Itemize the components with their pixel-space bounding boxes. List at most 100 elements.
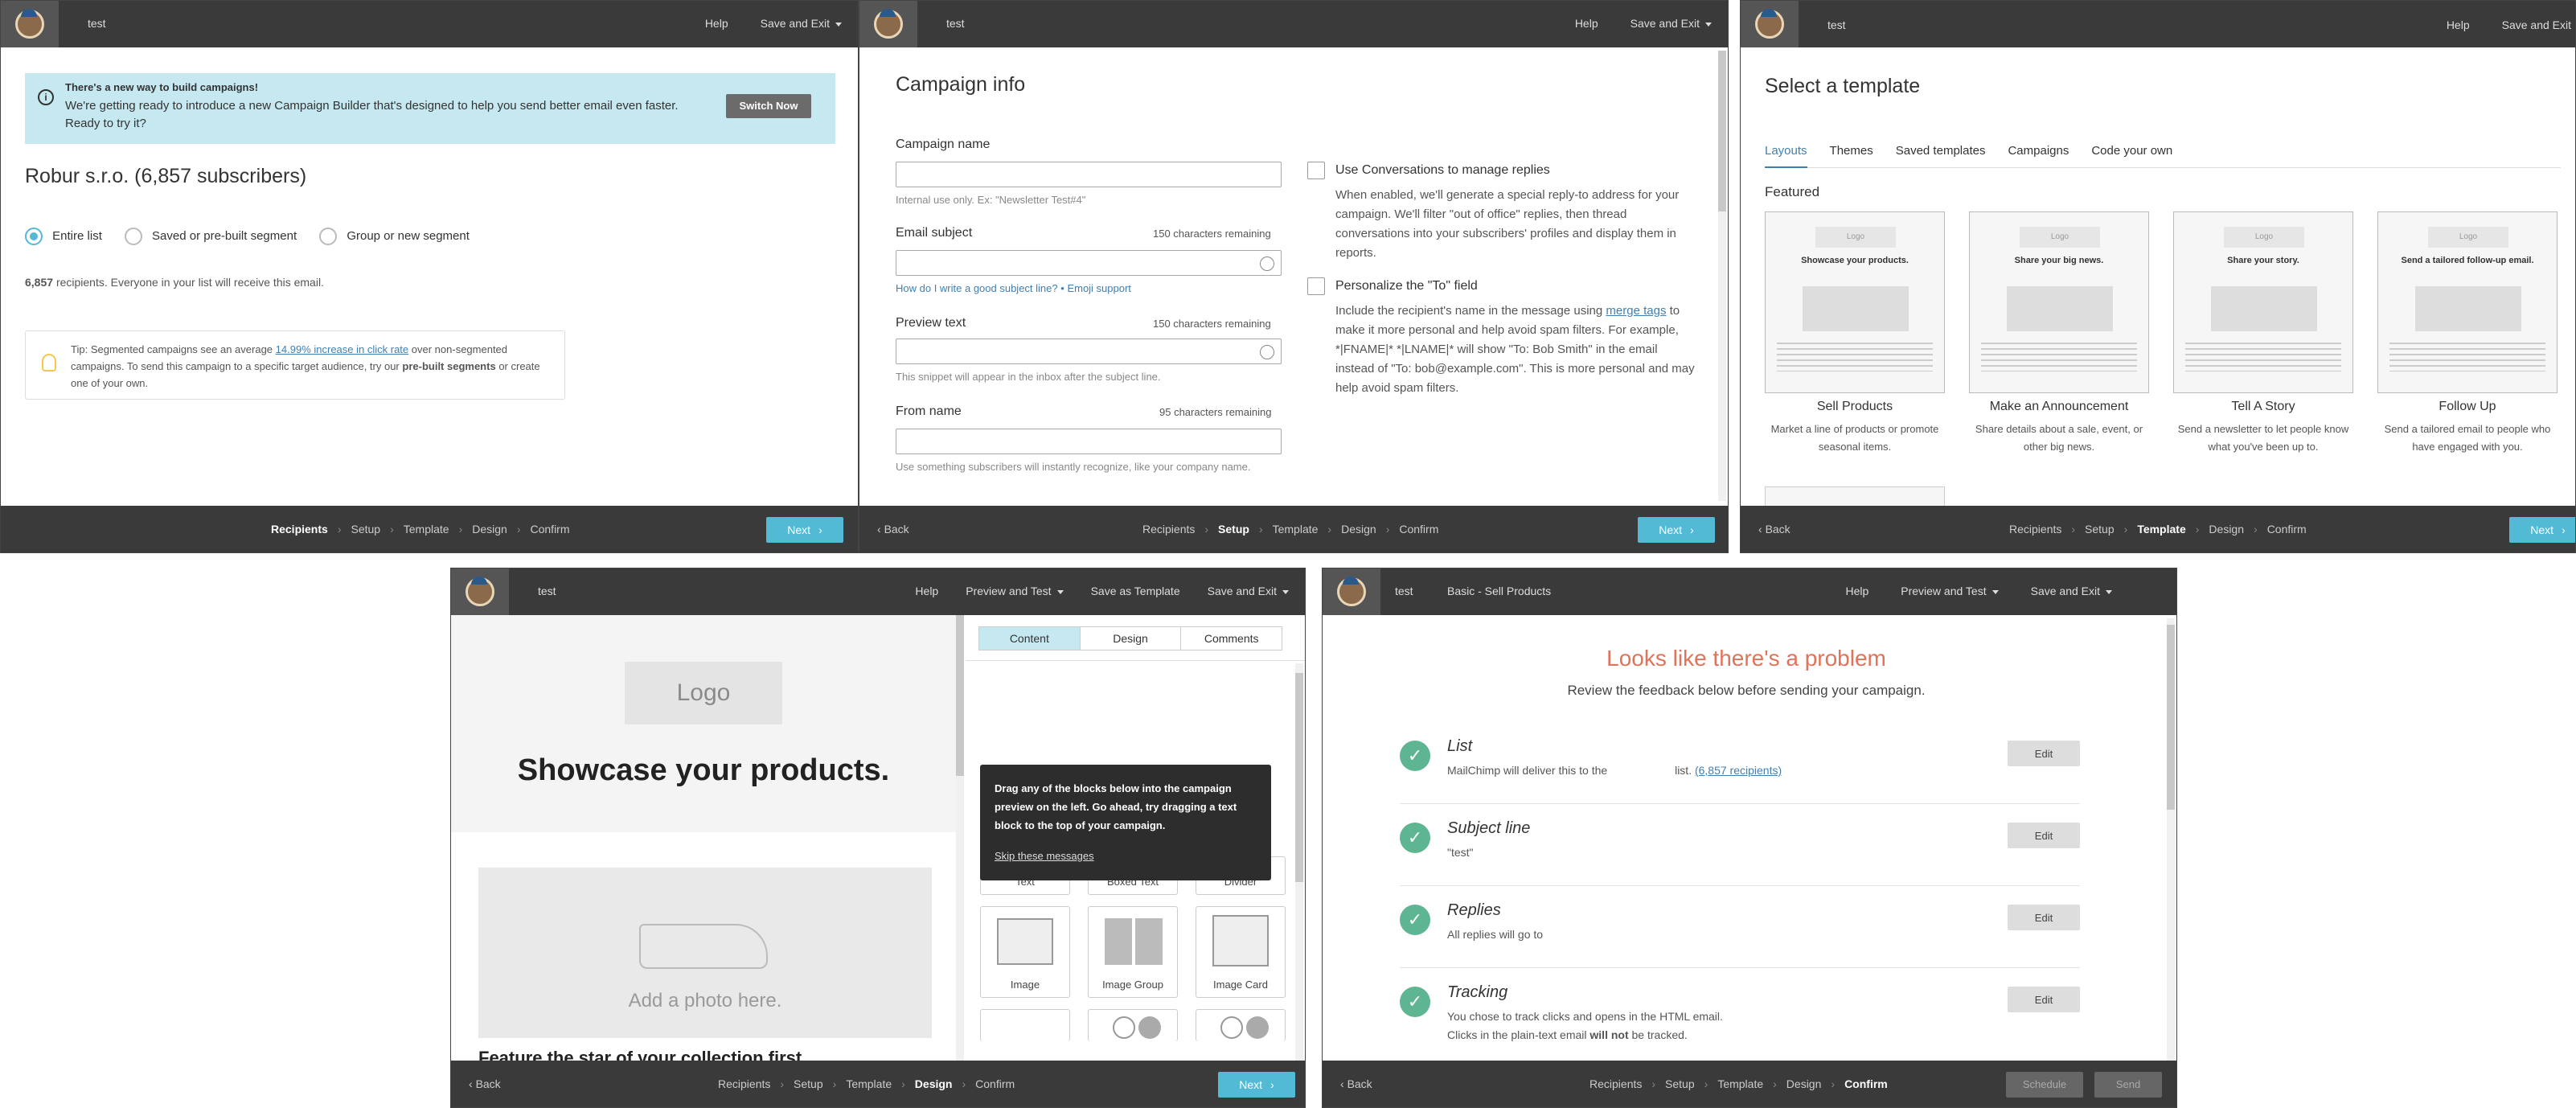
mailchimp-logo-icon[interactable] [859, 1, 917, 47]
crumb-design[interactable]: Design [915, 1077, 953, 1090]
help-link[interactable]: Help [1845, 585, 1868, 597]
crumb-template[interactable]: Template [846, 1077, 892, 1090]
template-card-follow-up[interactable]: Logo Send a tailored follow-up email. [2377, 211, 2558, 393]
block-image[interactable]: Image [980, 906, 1070, 998]
back-button[interactable]: ‹ Back [877, 523, 909, 536]
preview-headline[interactable]: Showcase your products. [451, 753, 956, 788]
help-link[interactable]: Help [2447, 18, 2470, 31]
block-row3-left[interactable] [980, 1009, 1070, 1041]
tab-content[interactable]: Content [979, 627, 1080, 650]
crumb-confirm[interactable]: Confirm [2267, 523, 2307, 536]
crumb-template[interactable]: Template [1273, 523, 1319, 536]
preview-photo-block[interactable]: Add a photo here. [478, 868, 932, 1038]
crumb-setup[interactable]: Setup [1665, 1077, 1695, 1090]
crumb-recipients[interactable]: Recipients [2009, 523, 2061, 536]
next-button[interactable]: Next › [2509, 517, 2575, 543]
conversations-label[interactable]: Use Conversations to manage replies [1335, 163, 1550, 178]
crumb-template[interactable]: Template [404, 523, 449, 536]
schedule-button[interactable]: Schedule [2006, 1072, 2083, 1098]
save-exit-menu[interactable]: Save and Exit [761, 17, 842, 30]
preview-logo[interactable]: Logo [625, 662, 782, 724]
scrollbar[interactable] [1718, 51, 1726, 501]
save-template-button[interactable]: Save as Template [1091, 585, 1180, 597]
crumb-setup[interactable]: Setup [794, 1077, 823, 1090]
mailchimp-logo-icon[interactable] [1323, 568, 1380, 615]
emoji-icon[interactable] [1260, 345, 1274, 359]
preview-test-menu[interactable]: Preview and Test [966, 585, 1064, 597]
crumb-setup[interactable]: Setup [1218, 523, 1249, 536]
scrollbar[interactable] [2167, 618, 2175, 1062]
tab-layouts[interactable]: Layouts [1765, 144, 1807, 168]
help-link[interactable]: Help [915, 585, 938, 597]
back-button[interactable]: ‹ Back [469, 1077, 501, 1090]
personalize-checkbox[interactable] [1307, 277, 1325, 295]
tab-campaigns[interactable]: Campaigns [2008, 144, 2069, 167]
back-button[interactable]: ‹ Back [1758, 523, 1790, 536]
preview-test-menu[interactable]: Preview and Test [1901, 585, 1999, 597]
save-exit-menu[interactable]: Save and Exit [2031, 585, 2112, 597]
next-button[interactable]: Next › [766, 517, 843, 543]
crumb-design[interactable]: Design [1786, 1077, 1822, 1090]
campaign-name-input[interactable] [896, 162, 1282, 187]
click-rate-link[interactable]: 14.99% increase in click rate [276, 343, 408, 355]
mailchimp-logo-icon[interactable] [1, 1, 59, 47]
tab-themes[interactable]: Themes [1830, 144, 1873, 167]
crumb-design[interactable]: Design [472, 523, 507, 536]
crumb-setup[interactable]: Setup [2085, 523, 2115, 536]
mailchimp-logo-icon[interactable] [1741, 1, 1799, 47]
preview-scrollbar[interactable] [956, 615, 964, 1062]
next-button[interactable]: Next › [1218, 1072, 1295, 1098]
switch-now-button[interactable]: Switch Now [726, 94, 811, 118]
tab-comments[interactable]: Comments [1180, 627, 1282, 650]
crumb-confirm[interactable]: Confirm [1844, 1077, 1888, 1090]
crumb-design[interactable]: Design [2209, 523, 2244, 536]
subject-help-link[interactable]: How do I write a good subject line? [896, 282, 1058, 294]
emoji-icon[interactable] [1260, 256, 1274, 271]
tab-saved-templates[interactable]: Saved templates [1896, 144, 1986, 167]
template-card-sell-products[interactable]: Logo Showcase your products. [1765, 211, 1945, 393]
crumb-confirm[interactable]: Confirm [1399, 523, 1438, 536]
emoji-support-link[interactable]: Emoji support [1067, 282, 1130, 294]
block-image-group[interactable]: Image Group [1088, 906, 1178, 998]
block-row3-right[interactable] [1196, 1009, 1286, 1041]
skip-messages-link[interactable]: Skip these messages [995, 850, 1094, 862]
save-exit-menu[interactable]: Save and Exit [1631, 17, 1712, 30]
from-name-input[interactable] [896, 429, 1282, 454]
radio-entire-list[interactable]: Entire list [25, 228, 102, 245]
crumb-setup[interactable]: Setup [351, 523, 380, 536]
crumb-recipients[interactable]: Recipients [718, 1077, 770, 1090]
edit-subject-button[interactable]: Edit [2008, 823, 2080, 848]
edit-tracking-button[interactable]: Edit [2008, 987, 2080, 1012]
crumb-template[interactable]: Template [2137, 523, 2185, 536]
personalize-label[interactable]: Personalize the "To" field [1335, 279, 1478, 293]
tab-design[interactable]: Design [1079, 627, 1181, 650]
save-exit-menu[interactable]: Save and Exit [2502, 18, 2575, 31]
save-exit-menu[interactable]: Save and Exit [1208, 585, 1289, 597]
crumb-template[interactable]: Template [1717, 1077, 1763, 1090]
crumb-recipients[interactable]: Recipients [271, 523, 328, 536]
edit-list-button[interactable]: Edit [2008, 741, 2080, 766]
edit-replies-button[interactable]: Edit [2008, 905, 2080, 930]
template-card-announcement[interactable]: Logo Share your big news. [1969, 211, 2149, 393]
conversations-checkbox[interactable] [1307, 162, 1325, 179]
crumb-recipients[interactable]: Recipients [1142, 523, 1195, 536]
help-link[interactable]: Help [705, 17, 728, 30]
help-link[interactable]: Help [1575, 17, 1598, 30]
email-subject-input[interactable] [896, 250, 1282, 276]
radio-saved-segment[interactable]: Saved or pre-built segment [124, 228, 297, 245]
recipients-link[interactable]: (6,857 recipients) [1695, 764, 1782, 777]
crumb-confirm[interactable]: Confirm [975, 1077, 1015, 1090]
crumb-recipients[interactable]: Recipients [1589, 1077, 1642, 1090]
crumb-confirm[interactable]: Confirm [531, 523, 570, 536]
next-button[interactable]: Next › [1638, 517, 1715, 543]
mailchimp-logo-icon[interactable] [451, 568, 509, 615]
back-button[interactable]: ‹ Back [1340, 1077, 1372, 1090]
preview-text-input[interactable] [896, 339, 1282, 364]
sidebar-scrollbar[interactable] [1295, 663, 1303, 1061]
merge-tags-link[interactable]: merge tags [1606, 304, 1666, 318]
radio-group-segment[interactable]: Group or new segment [319, 228, 470, 245]
crumb-design[interactable]: Design [1341, 523, 1376, 536]
tab-code-your-own[interactable]: Code your own [2091, 144, 2172, 167]
template-card-tell-story[interactable]: Logo Share your story. [2173, 211, 2353, 393]
send-button[interactable]: Send [2094, 1072, 2162, 1098]
